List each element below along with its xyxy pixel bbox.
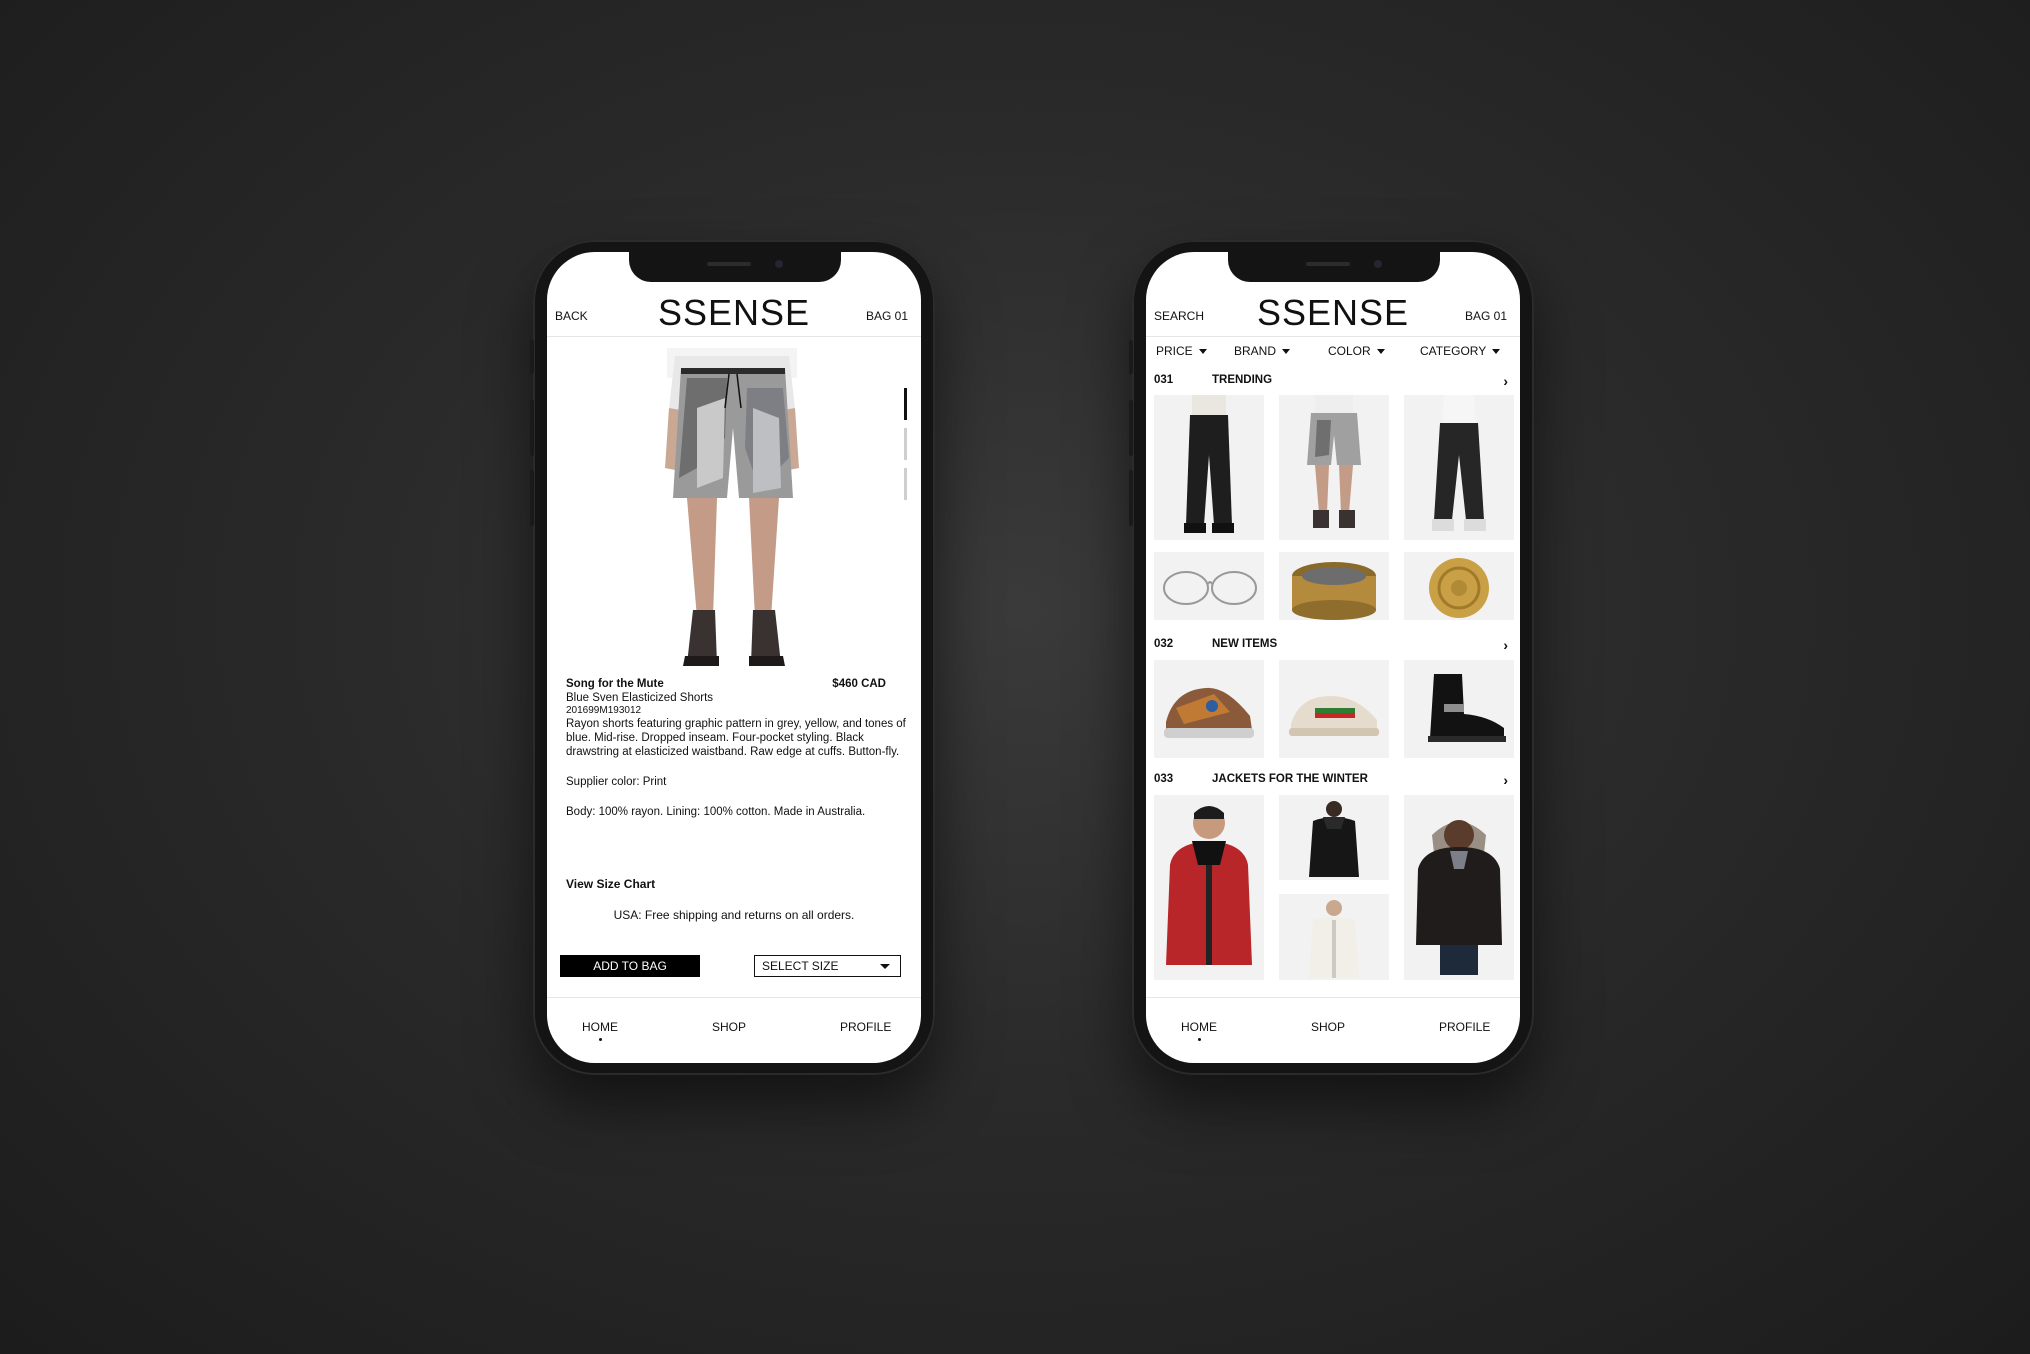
tab-shop[interactable]: SHOP xyxy=(1311,1020,1345,1034)
tab-profile[interactable]: PROFILE xyxy=(1439,1020,1490,1034)
product-tile[interactable] xyxy=(1279,395,1389,540)
chevron-down-icon xyxy=(1376,349,1385,355)
product-tile[interactable] xyxy=(1154,660,1264,758)
filter-color[interactable]: COLOR xyxy=(1328,344,1385,358)
product-tile[interactable] xyxy=(1279,660,1389,758)
product-tile[interactable] xyxy=(1404,395,1514,540)
volume-up-button xyxy=(530,400,534,456)
product-tile[interactable] xyxy=(1154,395,1264,540)
product-image[interactable] xyxy=(547,348,921,668)
tab-home-label: HOME xyxy=(582,1020,618,1034)
tab-home-label: HOME xyxy=(1181,1020,1217,1034)
section-title: TRENDING xyxy=(1212,374,1273,386)
volume-down-button xyxy=(530,470,534,526)
image-carousel-indicator[interactable] xyxy=(904,388,907,508)
product-tile[interactable] xyxy=(1154,795,1264,980)
filter-brand-label: BRAND xyxy=(1234,344,1277,358)
section-title: JACKETS FOR THE WINTER xyxy=(1212,773,1368,785)
section-number: 033 xyxy=(1154,773,1174,785)
shipping-note: USA: Free shipping and returns on all or… xyxy=(613,908,855,922)
section-title: NEW ITEMS xyxy=(1212,638,1278,650)
product-tile[interactable] xyxy=(1154,552,1264,620)
tab-home[interactable]: HOME xyxy=(582,1020,618,1041)
volume-up-button xyxy=(1129,400,1133,456)
product-tile[interactable] xyxy=(1279,552,1389,620)
logo[interactable]: SSENSE xyxy=(547,292,921,334)
product-description: Rayon shorts featuring graphic pattern i… xyxy=(566,718,906,758)
product-sku: 201699M193012 xyxy=(566,705,642,716)
phone-notch xyxy=(1228,252,1440,282)
filter-price[interactable]: PRICE xyxy=(1156,344,1207,358)
bag-button[interactable]: BAG 01 xyxy=(1465,309,1507,323)
filter-price-label: PRICE xyxy=(1156,344,1193,358)
section-header-trending[interactable]: 031 TRENDING › xyxy=(1154,372,1510,390)
composition: Body: 100% rayon. Lining: 100% cotton. M… xyxy=(566,806,866,818)
section-header-jackets[interactable]: 033 JACKETS FOR THE WINTER › xyxy=(1154,771,1510,789)
section-number: 032 xyxy=(1154,638,1174,650)
product-tile[interactable] xyxy=(1279,894,1389,980)
shop-screen: SEARCH SSENSE BAG 01 PRICE BRAND COLOR C… xyxy=(1146,252,1520,1063)
product-tile[interactable] xyxy=(1404,795,1514,980)
phone-shop: SEARCH SSENSE BAG 01 PRICE BRAND COLOR C… xyxy=(1129,240,1534,1075)
add-to-bag-button[interactable]: ADD TO BAG xyxy=(560,955,700,977)
product-tile[interactable] xyxy=(1404,660,1514,758)
chevron-down-icon xyxy=(1282,349,1291,355)
chevron-right-icon[interactable]: › xyxy=(1503,772,1508,788)
chevron-down-icon xyxy=(880,964,890,969)
tab-bar: HOME SHOP PROFILE xyxy=(1146,997,1520,1063)
top-bar: SEARCH SSENSE BAG 01 xyxy=(1146,290,1520,337)
chevron-down-icon xyxy=(1198,349,1207,355)
supplier-color: Supplier color: Print xyxy=(566,776,667,788)
chevron-right-icon[interactable]: › xyxy=(1503,637,1508,653)
chevron-right-icon[interactable]: › xyxy=(1503,373,1508,389)
phone-product-detail: BACK SSENSE BAG 01 Song for the Mute $46… xyxy=(530,240,935,1075)
section-header-new-items[interactable]: 032 NEW ITEMS › xyxy=(1154,636,1510,654)
product-price: $460 CAD xyxy=(832,678,886,690)
product-name: Blue Sven Elasticized Shorts xyxy=(566,692,714,704)
active-tab-indicator xyxy=(1198,1038,1201,1041)
chevron-down-icon xyxy=(1492,349,1501,355)
logo[interactable]: SSENSE xyxy=(1146,292,1520,334)
filter-color-label: COLOR xyxy=(1328,344,1371,358)
active-tab-indicator xyxy=(599,1038,602,1041)
top-bar: BACK SSENSE BAG 01 xyxy=(547,290,921,337)
tab-home[interactable]: HOME xyxy=(1181,1020,1217,1041)
mute-switch xyxy=(530,340,534,374)
section-number: 031 xyxy=(1154,374,1174,386)
mute-switch xyxy=(1129,340,1133,374)
filter-category[interactable]: CATEGORY xyxy=(1420,344,1501,358)
size-chart-link[interactable]: View Size Chart xyxy=(566,877,655,891)
select-size-label: SELECT SIZE xyxy=(762,959,839,973)
product-tile[interactable] xyxy=(1279,795,1389,880)
volume-down-button xyxy=(1129,470,1133,526)
product-info: Song for the Mute $460 CAD Blue Sven Ela… xyxy=(566,677,906,819)
bag-button[interactable]: BAG 01 xyxy=(866,309,908,323)
select-size-dropdown[interactable]: SELECT SIZE xyxy=(754,955,901,977)
filter-bar: PRICE BRAND COLOR CATEGORY xyxy=(1146,338,1520,364)
product-screen: BACK SSENSE BAG 01 Song for the Mute $46… xyxy=(547,252,921,1063)
filter-category-label: CATEGORY xyxy=(1420,344,1487,358)
phone-notch xyxy=(629,252,841,282)
tab-profile[interactable]: PROFILE xyxy=(840,1020,891,1034)
product-tile[interactable] xyxy=(1404,552,1514,620)
tab-bar: HOME SHOP PROFILE xyxy=(547,997,921,1063)
tab-shop[interactable]: SHOP xyxy=(712,1020,746,1034)
filter-brand[interactable]: BRAND xyxy=(1234,344,1291,358)
